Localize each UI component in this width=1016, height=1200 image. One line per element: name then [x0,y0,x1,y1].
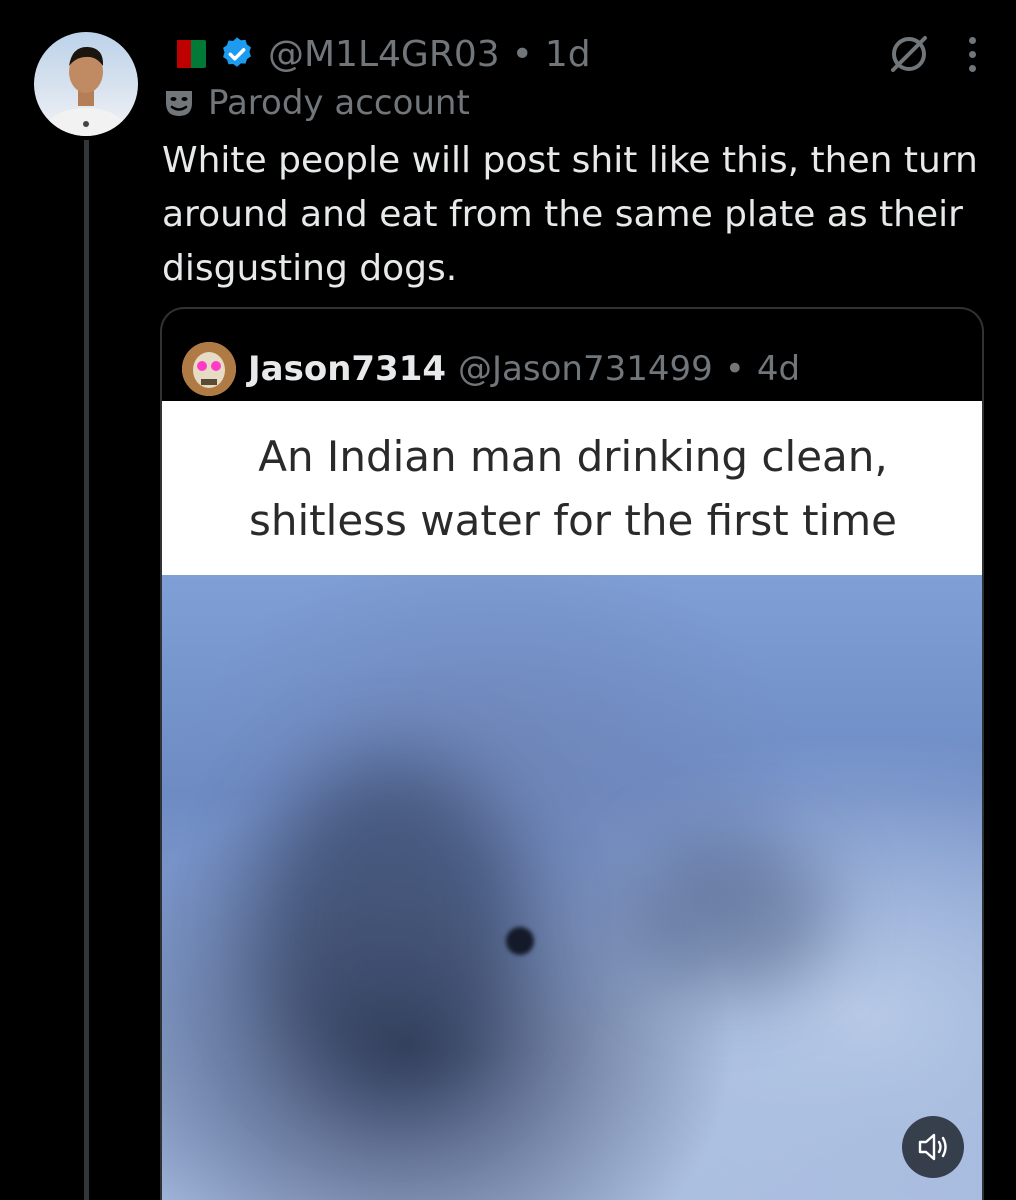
quoted-display-name[interactable]: Jason7314 [248,349,446,389]
author-handle[interactable]: @M1L4GR03 [268,34,500,75]
thread-connector-line [84,140,89,1200]
parody-label: Parody account [162,82,470,124]
meme-caption: An Indian man drinking clean, shitless w… [162,401,982,575]
theater-masks-icon [166,91,192,116]
video-shadow-left [262,755,522,1095]
post-time[interactable]: 1d [545,34,591,75]
post-header: @M1L4GR03 • 1d [162,30,591,78]
post-text: White people will post shit like this, t… [162,140,978,289]
meme-caption-line-1: An Indian man drinking clean, [258,432,888,481]
author-avatar[interactable] [34,32,138,136]
verified-badge-icon [223,37,251,67]
afghanistan-flag-icon [162,40,206,68]
quoted-separator: • [724,349,745,389]
video-shadow-center [632,835,832,995]
speaker-icon [918,1133,947,1161]
grok-icon[interactable] [887,32,931,76]
meme-caption-line-2: shitless water for the first time [249,496,897,545]
more-options-icon[interactable] [969,36,976,72]
video-dark-spot [506,927,534,955]
quoted-post-card[interactable]: Jason7314 @Jason731499 • 4d An Indian ma… [160,307,984,1200]
sound-toggle-button[interactable] [902,1116,964,1178]
quoted-post-time[interactable]: 4d [757,349,800,389]
parody-account-label: Parody account [208,83,470,123]
post-actions-top [887,30,976,78]
quoted-handle[interactable]: @Jason731499 [458,349,713,389]
header-separator: • [511,33,533,75]
quoted-author-avatar[interactable] [182,342,236,396]
quoted-post-header: Jason7314 @Jason731499 • 4d [182,341,800,397]
video-player[interactable] [162,575,982,1200]
